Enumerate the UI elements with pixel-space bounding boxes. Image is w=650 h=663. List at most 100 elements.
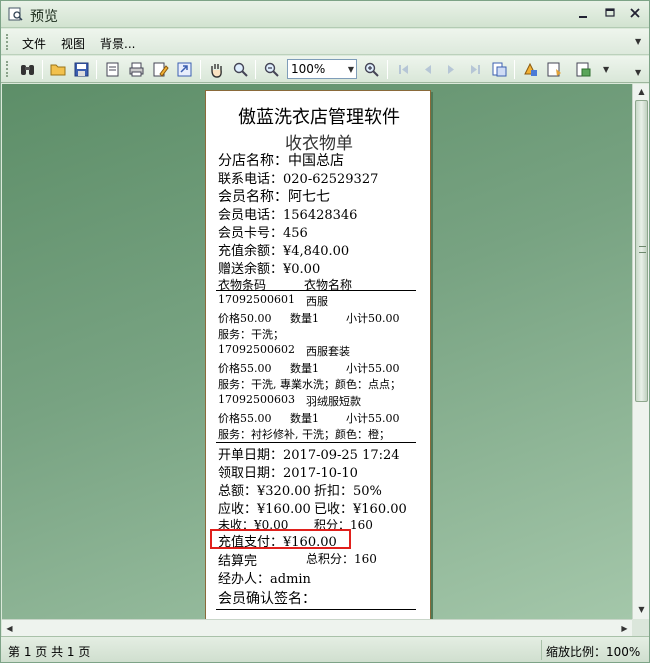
page-info: 第 1 页 共 1 页 (8, 645, 91, 659)
toolbar-separator (255, 60, 256, 79)
total-points-line: 总积分：160 (306, 552, 377, 566)
vertical-scroll-thumb[interactable] (635, 100, 648, 402)
scroll-up-icon[interactable]: ▲ (633, 84, 650, 99)
divider (216, 442, 416, 443)
horizontal-scrollbar[interactable]: ◀ ▶ (2, 619, 632, 636)
prev-page-icon[interactable] (419, 61, 436, 78)
first-page-icon[interactable] (395, 61, 412, 78)
menu-background[interactable]: 背景... (100, 35, 135, 52)
member-name-line: 会员名称：阿七七 (218, 189, 330, 205)
item-name: 西服 (306, 295, 328, 308)
item-name: 西服套装 (306, 345, 350, 358)
item-code: 17092500601 (218, 293, 295, 306)
save-icon[interactable] (73, 61, 90, 78)
toolbar-separator (200, 60, 201, 79)
preview-canvas[interactable]: 傲蓝洗衣店管理软件 收衣物单 分店名称：中国总店 联系电话：020-625293… (2, 84, 632, 619)
toolbar-overflow-icon[interactable]: ▼ (635, 68, 645, 77)
item-service: 服务：干洗； (218, 328, 284, 341)
discount-line: 折扣：50% (314, 484, 382, 499)
title-bar: 预览 (1, 1, 649, 28)
scroll-down-icon[interactable]: ▼ (633, 602, 650, 617)
page-setup-icon[interactable] (491, 61, 508, 78)
total-line: 总额：¥320.00 (218, 484, 311, 499)
pickup-date-line: 领取日期：2017-10-10 (218, 466, 358, 481)
received-line: 已收：¥160.00 (314, 502, 407, 517)
toolbar-separator (514, 60, 515, 79)
divider (216, 290, 416, 291)
scroll-grip-icon (639, 246, 646, 253)
item-qty: 数量1 (290, 362, 319, 375)
scrollbar-corner (632, 619, 649, 636)
background-icon[interactable] (522, 61, 539, 78)
open-icon[interactable] (50, 61, 67, 78)
item-subtotal: 小计50.00 (346, 312, 400, 325)
open-date-line: 开单日期：2017-09-25 17:24 (218, 448, 400, 463)
item-qty: 数量1 (290, 412, 319, 425)
zoom-in-icon[interactable] (363, 61, 380, 78)
print-setup-icon[interactable] (104, 61, 121, 78)
receivable-line: 应收：¥160.00 (218, 502, 311, 517)
item-subtotal: 小计55.00 (346, 362, 400, 375)
menu-bar: 文件 视图 背景... ▼ (1, 29, 649, 55)
card-number-line: 会员卡号：456 (218, 226, 308, 241)
zoom-info: 缩放比例：100% (546, 645, 641, 659)
preview-app-icon (8, 7, 23, 21)
maximize-button[interactable] (600, 5, 620, 23)
toolbar-separator (42, 60, 43, 79)
member-phone-line: 会员电话：156428346 (218, 208, 358, 223)
gift-balance-line: 赠送余额：¥0.00 (218, 262, 321, 277)
store-name: 傲蓝洗衣店管理软件 (238, 107, 400, 128)
operator-line: 经办人：admin (218, 572, 311, 587)
window-title: 预览 (30, 9, 58, 25)
toolbar-separator (96, 60, 97, 79)
item-subtotal: 小计55.00 (346, 412, 400, 425)
recharge-pay-line: 充值支付：¥160.00 (218, 535, 337, 550)
watermark-icon[interactable] (546, 61, 563, 78)
toolbar-grip[interactable] (6, 61, 9, 77)
toolbar-separator (387, 60, 388, 79)
item-service: 服务：衬衫修补, 干洗；颜色：橙； (218, 428, 390, 441)
close-icon (630, 8, 640, 18)
scroll-left-icon[interactable]: ◀ (2, 620, 17, 637)
chevron-down-icon[interactable]: ▼ (348, 65, 354, 74)
binoculars-icon[interactable] (19, 61, 36, 78)
edit-icon[interactable] (152, 61, 169, 78)
item-name: 羽绒服短款 (306, 395, 361, 408)
menu-view[interactable]: 视图 (61, 35, 85, 52)
item-code: 17092500602 (218, 343, 295, 356)
zoom-select[interactable]: 100% ▼ (287, 59, 357, 79)
item-price: 价格55.00 (218, 412, 272, 425)
vertical-scrollbar[interactable]: ▲ ▼ (632, 84, 649, 619)
item-qty: 数量1 (290, 312, 319, 325)
scale-icon[interactable] (575, 61, 592, 78)
preview-window: 预览 文件 视图 背景... ▼ 100% ▼ ▼ ▼ 傲蓝洗衣店管理软件 收衣… (0, 0, 650, 663)
status-separator (541, 640, 542, 660)
next-page-icon[interactable] (443, 61, 460, 78)
export-icon[interactable] (176, 61, 193, 78)
menu-grip[interactable] (6, 34, 9, 50)
export-dropdown-icon[interactable]: ▼ (603, 65, 613, 74)
divider (216, 609, 416, 610)
signature-line: 会员确认签名： (218, 591, 316, 607)
close-button[interactable] (625, 5, 645, 23)
minimize-icon (579, 16, 587, 18)
toolbar: 100% ▼ ▼ ▼ (1, 56, 649, 83)
menu-overflow-icon[interactable]: ▼ (635, 37, 645, 46)
item-price: 价格50.00 (218, 312, 272, 325)
hand-icon[interactable] (208, 61, 225, 78)
zoom-out-icon[interactable] (263, 61, 280, 78)
item-code: 17092500603 (218, 393, 295, 406)
minimize-button[interactable] (573, 5, 593, 23)
maximize-icon (605, 8, 615, 17)
last-page-icon[interactable] (467, 61, 484, 78)
receipt-page: 傲蓝洗衣店管理软件 收衣物单 分店名称：中国总店 联系电话：020-625293… (205, 90, 431, 619)
magnifier-icon[interactable] (232, 61, 249, 78)
print-icon[interactable] (128, 61, 145, 78)
branch-line: 分店名称：中国总店 (218, 153, 344, 169)
menu-file[interactable]: 文件 (22, 35, 46, 52)
scroll-right-icon[interactable]: ▶ (617, 620, 632, 637)
recharge-balance-line: 充值余额：¥4,840.00 (218, 244, 350, 259)
item-price: 价格55.00 (218, 362, 272, 375)
zoom-value: 100% (291, 62, 326, 76)
phone-line: 联系电话：020-62529327 (218, 172, 379, 187)
